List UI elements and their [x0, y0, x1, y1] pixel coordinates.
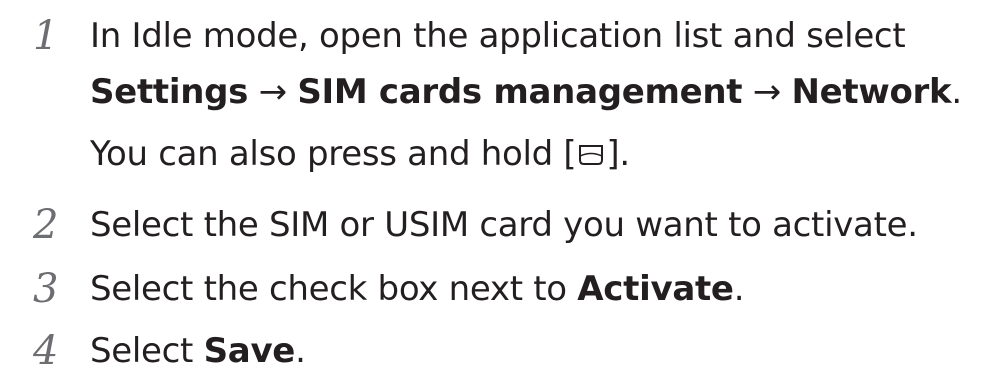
arrow-separator: →	[258, 72, 298, 112]
arrow-separator: →	[752, 72, 792, 112]
punctuation: .	[295, 331, 306, 371]
step-note: You can also press and hold [].	[90, 130, 630, 178]
menu-key-icon	[579, 145, 604, 165]
step-text-part: Select the check box next to	[90, 269, 578, 309]
step-text-part: Select	[90, 331, 204, 371]
step-number: 1	[33, 13, 59, 59]
step-number: 3	[33, 266, 59, 312]
note-text: You can also press and hold [	[90, 134, 577, 174]
step-text: Select Save.	[90, 327, 306, 375]
step-number: 4	[33, 328, 59, 374]
menu-path-item: Network	[791, 72, 952, 112]
punctuation: .	[951, 72, 962, 112]
note-text: ].	[606, 134, 630, 174]
step-text: Select the check box next to Activate.	[90, 265, 745, 313]
option-label: Save	[203, 331, 296, 371]
step-number: 2	[33, 202, 59, 248]
instruction-steps: 1 In Idle mode, open the application lis…	[0, 0, 993, 387]
option-label: Activate	[577, 269, 734, 309]
punctuation: .	[733, 269, 745, 309]
menu-path-item: Settings	[90, 72, 249, 112]
step-text: Select the SIM or USIM card you want to …	[90, 205, 918, 245]
step-menu-path: Settings → SIM cards management → Networ…	[90, 68, 962, 116]
menu-path-item: SIM cards management	[297, 72, 743, 112]
step-text: In Idle mode, open the application list …	[90, 16, 906, 56]
